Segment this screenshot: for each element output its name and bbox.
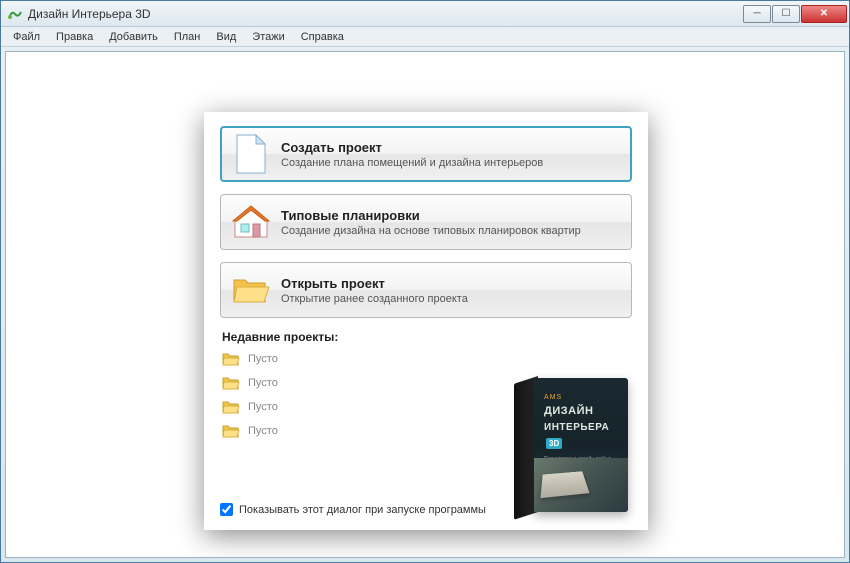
- recent-item-label: Пусто: [248, 401, 278, 413]
- menubar: Файл Правка Добавить План Вид Этажи Спра…: [1, 27, 849, 47]
- option-title: Типовые планировки: [281, 208, 581, 223]
- show-on-startup-label: Показывать этот диалог при запуске прогр…: [239, 504, 486, 516]
- option-create-project[interactable]: Создать проект Создание плана помещений …: [220, 126, 632, 182]
- application-window: Дизайн Интерьера 3D ─ ☐ ✕ Файл Правка До…: [0, 0, 850, 563]
- option-open-project[interactable]: Открыть проект Открытие ранее созданного…: [220, 262, 632, 318]
- app-icon: [7, 6, 23, 22]
- house-icon: [231, 202, 271, 242]
- option-desc: Открытие ранее созданного проекта: [281, 293, 468, 305]
- product-brand: AMS: [544, 394, 620, 401]
- close-button[interactable]: ✕: [801, 5, 847, 23]
- option-title: Открыть проект: [281, 276, 468, 291]
- product-title-2: ИНТЕРЬЕРА: [544, 422, 609, 433]
- window-controls: ─ ☐ ✕: [742, 5, 847, 23]
- folder-open-icon: [231, 270, 271, 310]
- startup-dialog: Создать проект Создание плана помещений …: [204, 112, 648, 530]
- menu-add[interactable]: Добавить: [101, 29, 166, 45]
- option-title: Создать проект: [281, 140, 543, 155]
- recent-projects-label: Недавние проекты:: [222, 330, 632, 344]
- menu-view[interactable]: Вид: [208, 29, 244, 45]
- product-box-art: AMS ДИЗАЙН ИНТЕРЬЕРА3D Планировка и диза…: [514, 364, 630, 512]
- product-badge: 3D: [546, 438, 562, 449]
- minimize-button[interactable]: ─: [743, 5, 771, 23]
- menu-plan[interactable]: План: [166, 29, 209, 45]
- menu-edit[interactable]: Правка: [48, 29, 101, 45]
- show-on-startup-input[interactable]: [220, 503, 233, 516]
- product-title-1: ДИЗАЙН: [544, 405, 620, 417]
- recent-item-label: Пусто: [248, 377, 278, 389]
- folder-icon: [222, 352, 240, 366]
- client-area: Создать проект Создание плана помещений …: [5, 51, 845, 558]
- option-desc: Создание дизайна на основе типовых плани…: [281, 225, 581, 237]
- menu-floors[interactable]: Этажи: [244, 29, 292, 45]
- window-title: Дизайн Интерьера 3D: [28, 7, 151, 21]
- option-typical-layouts[interactable]: Типовые планировки Создание дизайна на о…: [220, 194, 632, 250]
- show-on-startup-checkbox[interactable]: Показывать этот диалог при запуске прогр…: [220, 503, 486, 516]
- document-icon: [231, 134, 271, 174]
- menu-help[interactable]: Справка: [293, 29, 352, 45]
- folder-icon: [222, 400, 240, 414]
- folder-icon: [222, 424, 240, 438]
- titlebar[interactable]: Дизайн Интерьера 3D ─ ☐ ✕: [1, 1, 849, 27]
- maximize-button[interactable]: ☐: [772, 5, 800, 23]
- option-desc: Создание плана помещений и дизайна интер…: [281, 157, 543, 169]
- folder-icon: [222, 376, 240, 390]
- recent-item-label: Пусто: [248, 353, 278, 365]
- menu-file[interactable]: Файл: [5, 29, 48, 45]
- recent-item-label: Пусто: [248, 425, 278, 437]
